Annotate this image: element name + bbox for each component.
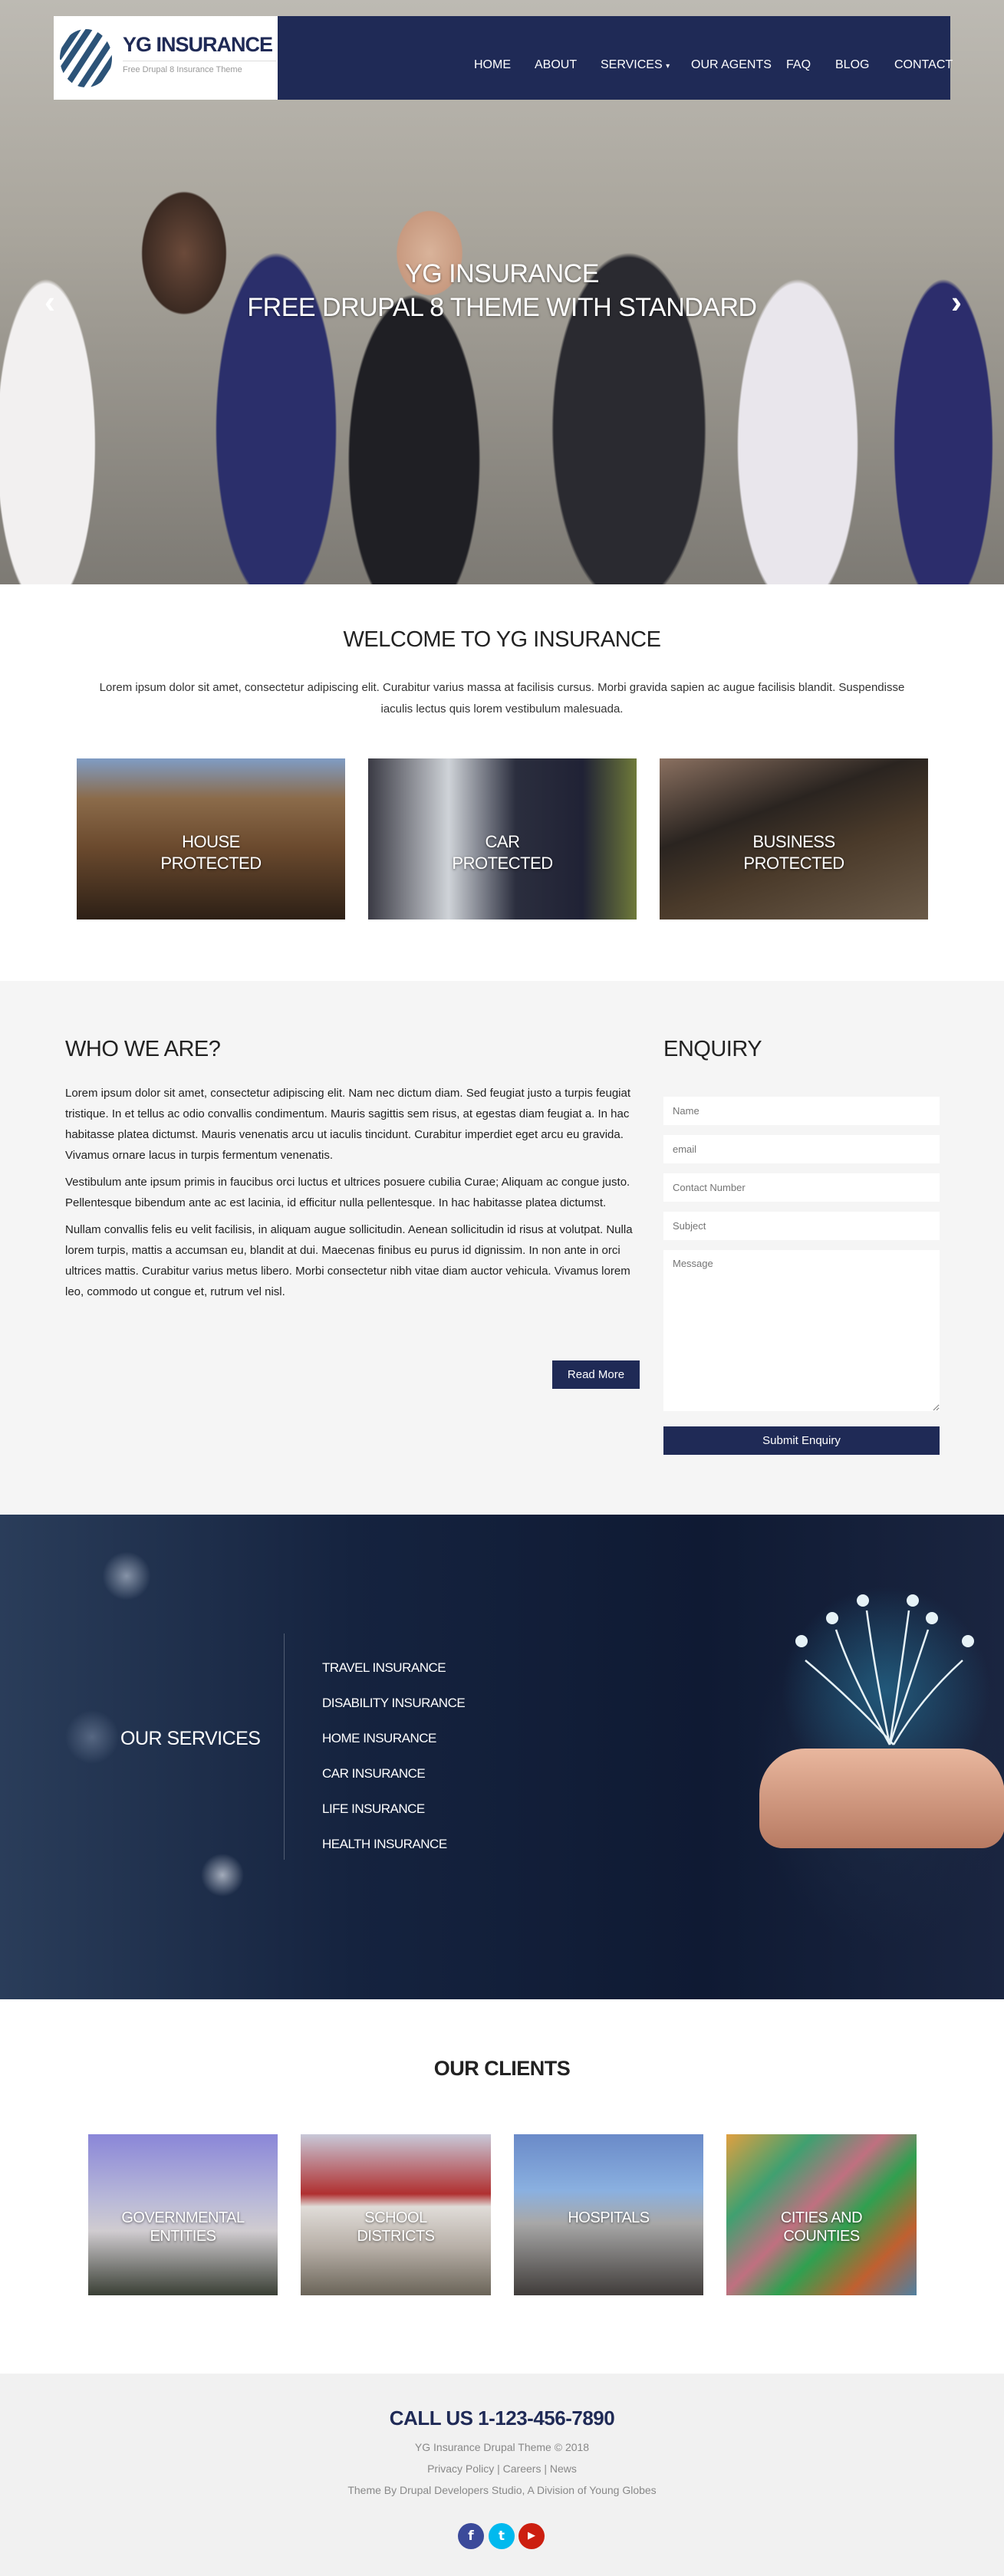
client-card-school[interactable]: SCHOOL DISTRICTS (301, 2134, 491, 2295)
about-text: Lorem ipsum dolor sit amet, consectetur … (65, 1083, 633, 1308)
contact-number-input[interactable] (663, 1173, 940, 1202)
separator: | (497, 2462, 500, 2475)
card-label: SCHOOL (364, 2209, 427, 2226)
card-label: GOVERNMENTAL (121, 2209, 245, 2226)
chevron-left-icon[interactable]: ‹ (44, 284, 55, 321)
site-logo[interactable]: YG INSURANCE Free Drupal 8 Insurance The… (54, 16, 278, 100)
card-label: PROTECTED (160, 854, 262, 873)
divider (284, 1633, 285, 1860)
copyright: YG Insurance Drupal Theme © 2018 (414, 2441, 590, 2453)
car-protected-card[interactable]: CAR PROTECTED (368, 758, 637, 920)
nav-home[interactable]: HOME (474, 58, 511, 72)
careers-link[interactable]: Careers (503, 2462, 542, 2475)
theme-credit: Theme By Drupal Developers Studio, A Div… (347, 2484, 657, 2496)
logo-title: YG INSURANCE (123, 33, 273, 56)
network-arrows-icon (795, 1594, 974, 1745)
nav-our-agents[interactable]: OUR AGENTS (691, 58, 772, 72)
client-card-governmental[interactable]: GOVERNMENTAL ENTITIES (88, 2134, 278, 2295)
card-label: PROTECTED (452, 854, 553, 873)
submit-enquiry-button[interactable]: Submit Enquiry (663, 1426, 940, 1455)
nav-blog[interactable]: BLOG (835, 58, 869, 72)
about-paragraph: Vestibulum ante ipsum primis in faucibus… (65, 1176, 630, 1209)
card-label: PROTECTED (743, 854, 844, 873)
house-protected-card[interactable]: HOUSE PROTECTED (77, 758, 345, 920)
service-link-home[interactable]: HOME INSURANCE (322, 1731, 436, 1746)
separator: | (544, 2462, 547, 2475)
card-label: ENTITIES (150, 2228, 216, 2245)
about-paragraph: Nullam convallis felis eu velit facilisi… (65, 1223, 633, 1298)
subject-input[interactable] (663, 1212, 940, 1240)
privacy-policy-link[interactable]: Privacy Policy (427, 2462, 494, 2475)
services-section: OUR SERVICES TRAVEL INSURANCE DISABILITY… (0, 1515, 1004, 1999)
enquiry-title: ENQUIRY (663, 1037, 762, 1061)
service-link-life[interactable]: LIFE INSURANCE (322, 1801, 425, 1817)
service-link-health[interactable]: HEALTH INSURANCE (322, 1837, 447, 1852)
read-more-button[interactable]: Read More (552, 1360, 640, 1389)
client-card-cities[interactable]: CITIES AND COUNTIES (726, 2134, 917, 2295)
news-link[interactable]: News (550, 2462, 577, 2475)
card-label: COUNTIES (783, 2228, 860, 2245)
service-link-car[interactable]: CAR INSURANCE (322, 1766, 426, 1781)
hero-subtitle: FREE DRUPAL 8 THEME WITH STANDARD (247, 293, 757, 322)
chevron-right-icon[interactable]: › (951, 284, 962, 321)
about-paragraph: Lorem ipsum dolor sit amet, consectetur … (65, 1087, 631, 1162)
hero-title: YG INSURANCE (405, 259, 599, 288)
nav-services-label: SERVICES (601, 58, 663, 71)
logo-tagline: Free Drupal 8 Insurance Theme (123, 65, 242, 74)
card-label: HOUSE (182, 832, 240, 851)
nav-contact[interactable]: CONTACT (894, 58, 953, 72)
welcome-text: Lorem ipsum dolor sit amet, consectetur … (99, 681, 905, 716)
card-label: DISTRICTS (357, 2228, 435, 2245)
card-label: HOSPITALS (568, 2209, 650, 2226)
name-input[interactable] (663, 1097, 940, 1125)
card-label: BUSINESS (752, 832, 835, 851)
clients-title: OUR CLIENTS (433, 2057, 571, 2080)
message-textarea[interactable] (663, 1250, 940, 1411)
call-us: CALL US 1-123-456-7890 (389, 2407, 615, 2430)
facebook-icon[interactable]: f (458, 2523, 484, 2549)
nav-faq[interactable]: FAQ (786, 58, 811, 72)
footer-links: Privacy Policy | Careers | News (0, 2462, 1004, 2475)
service-link-disability[interactable]: DISABILITY INSURANCE (322, 1696, 466, 1711)
business-protected-card[interactable]: BUSINESS PROTECTED (660, 758, 928, 920)
card-label: CAR (485, 832, 520, 851)
about-title: WHO WE ARE? (65, 1037, 221, 1061)
service-link-travel[interactable]: TRAVEL INSURANCE (322, 1660, 446, 1676)
welcome-title: WELCOME TO YG INSURANCE (343, 627, 661, 652)
logo-globe-icon (60, 29, 112, 87)
main-nav: HOME ABOUT SERVICES ▾ OUR AGENTS FAQ BLO… (278, 16, 953, 100)
nav-about[interactable]: ABOUT (535, 58, 577, 72)
hands-image (759, 1749, 1004, 1848)
email-input[interactable] (663, 1135, 940, 1163)
services-title: OUR SERVICES (120, 1728, 261, 1749)
card-label: CITIES AND (780, 2209, 863, 2226)
twitter-icon[interactable]: t (489, 2523, 515, 2549)
client-card-hospitals[interactable]: HOSPITALS (514, 2134, 703, 2295)
caret-down-icon: ▾ (666, 62, 670, 71)
youtube-icon[interactable]: ▶ (518, 2523, 545, 2549)
nav-services[interactable]: SERVICES ▾ (601, 58, 670, 72)
